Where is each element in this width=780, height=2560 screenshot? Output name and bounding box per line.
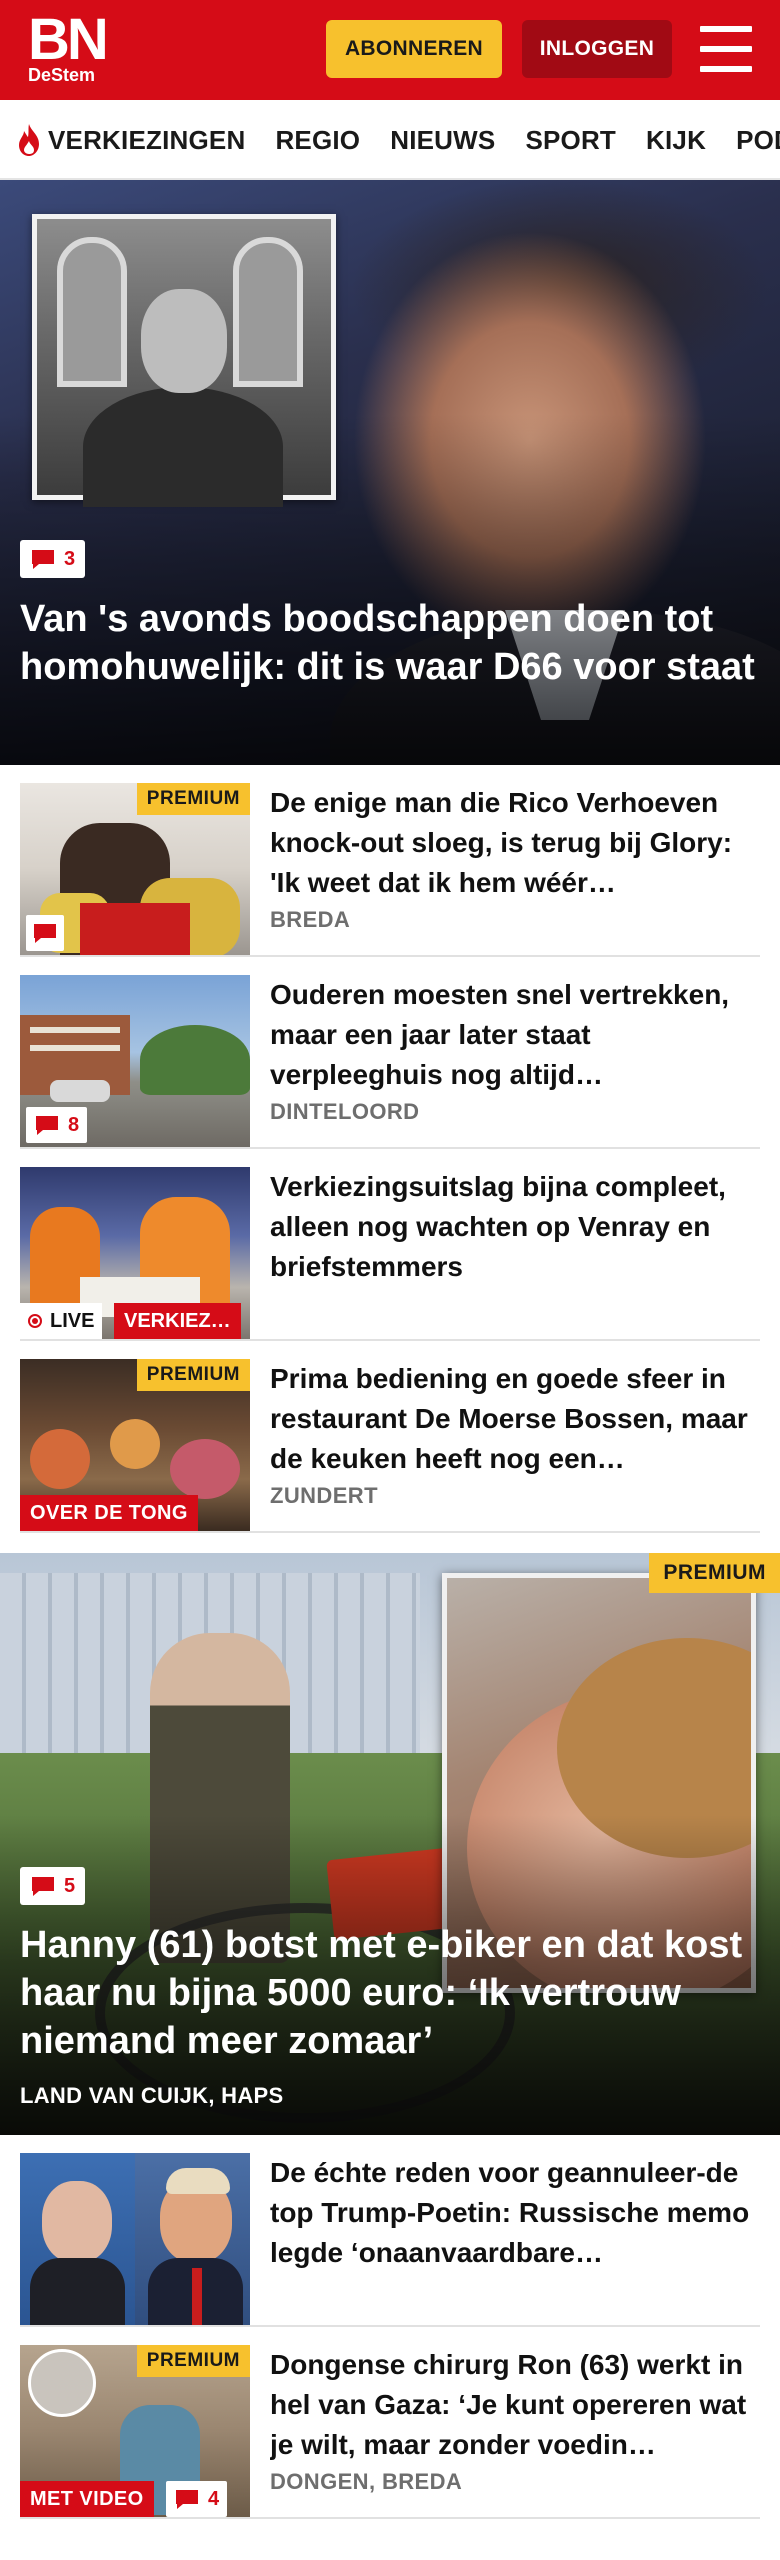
article-thumbnail: PREMIUM <box>20 783 250 955</box>
article-thumbnail: LIVE VERKIEZ… <box>20 1167 250 1339</box>
logo-main: BN <box>28 7 109 72</box>
article-title[interactable]: Dongense chirurg Ron (63) werkt in hel v… <box>270 2345 750 2465</box>
list-item[interactable]: De échte reden voor geannuleer-de top Tr… <box>20 2135 760 2327</box>
list-item[interactable]: PREMIUM OVER DE TONG Prima bediening en … <box>20 1341 760 1533</box>
article-title[interactable]: Verkiezingsuitslag bijna compleet, allee… <box>270 1167 750 1287</box>
login-button[interactable]: INLOGGEN <box>522 20 672 78</box>
top-bar: BN DeStem ABONNEREN INLOGGEN <box>0 0 780 100</box>
nav-item-kijk[interactable]: KIJK <box>646 125 706 156</box>
comment-icon <box>32 1877 54 1896</box>
hero-inset-photo <box>32 214 336 507</box>
list-item[interactable]: PREMIUM MET VIDEO 4 Dongense chirurg Ron… <box>20 2327 760 2519</box>
article-location: BREDA <box>270 907 351 932</box>
comment-count-badge: 3 <box>20 540 86 578</box>
comment-count-badge: 4 <box>166 2481 228 2517</box>
nav-item-verkiezingen[interactable]: VERKIEZINGEN <box>16 123 245 157</box>
article-location: DINTELOORD <box>270 1099 420 1124</box>
premium-badge: PREMIUM <box>136 783 250 815</box>
category-badge: VERKIEZ… <box>114 1303 241 1339</box>
list-item[interactable]: LIVE VERKIEZ… Verkiezingsuitslag bijna c… <box>20 1149 760 1341</box>
article-location: ZUNDERT <box>270 1483 378 1508</box>
article-title[interactable]: Ouderen moesten snel vertrekken, maar ee… <box>270 975 750 1095</box>
article-thumbnail: 8 <box>20 975 250 1147</box>
live-badge: LIVE <box>20 1303 103 1339</box>
nav-item-regio[interactable]: REGIO <box>275 125 360 156</box>
section-nav: VERKIEZINGEN REGIO NIEUWS SPORT KIJK POD… <box>0 100 780 180</box>
nav-item-podcast[interactable]: PODCAST <box>736 125 780 156</box>
video-badge: MET VIDEO <box>20 2481 154 2517</box>
comment-icon <box>176 2490 198 2509</box>
flame-icon <box>19 124 39 156</box>
comment-icon <box>34 924 56 943</box>
comment-count-badge: 5 <box>20 1867 86 1905</box>
article-title[interactable]: De enige man die Rico Verhoeven knock-ou… <box>270 783 750 903</box>
featured-location: LAND VAN CUIJK, HAPS <box>20 2083 284 2108</box>
subscribe-button[interactable]: ABONNEREN <box>326 20 502 78</box>
logo-sub: DeStem <box>28 65 96 85</box>
article-title[interactable]: Prima bediening en goede sfeer in restau… <box>270 1359 750 1479</box>
premium-badge: PREMIUM <box>136 2345 250 2377</box>
menu-icon[interactable] <box>700 26 752 72</box>
premium-badge: PREMIUM <box>136 1359 250 1391</box>
article-thumbnail <box>20 2153 250 2325</box>
article-location: DONGEN, BREDA <box>270 2469 463 2494</box>
nav-item-sport[interactable]: SPORT <box>525 125 616 156</box>
comment-count-badge <box>26 915 64 951</box>
comment-icon <box>36 1116 58 1135</box>
article-thumbnail: PREMIUM MET VIDEO 4 <box>20 2345 250 2517</box>
hero-title[interactable]: Van 's avonds boodschappen doen tot homo… <box>20 595 760 691</box>
premium-badge: PREMIUM <box>649 1553 780 1593</box>
comment-count-badge: 8 <box>26 1107 88 1143</box>
featured-article[interactable]: PREMIUM 5 Hanny (61) botst met e-biker e… <box>0 1553 780 2135</box>
article-thumbnail: PREMIUM OVER DE TONG <box>20 1359 250 1531</box>
list-item[interactable]: PREMIUM De enige man die Rico Verhoeven … <box>20 765 760 957</box>
category-badge: OVER DE TONG <box>20 1495 198 1531</box>
nav-item-nieuws[interactable]: NIEUWS <box>390 125 495 156</box>
comment-icon <box>32 550 54 569</box>
list-item[interactable]: 8 Ouderen moesten snel vertrekken, maar … <box>20 957 760 1149</box>
site-logo[interactable]: BN DeStem <box>28 7 109 85</box>
nav-label: VERKIEZINGEN <box>48 124 246 155</box>
article-title[interactable]: De échte reden voor geannuleer-de top Tr… <box>270 2153 750 2273</box>
featured-title[interactable]: Hanny (61) botst met e-biker en dat kost… <box>20 1921 750 2065</box>
hero-article[interactable]: 3 Van 's avonds boodschappen doen tot ho… <box>0 180 780 765</box>
live-dot-icon <box>28 1314 42 1328</box>
